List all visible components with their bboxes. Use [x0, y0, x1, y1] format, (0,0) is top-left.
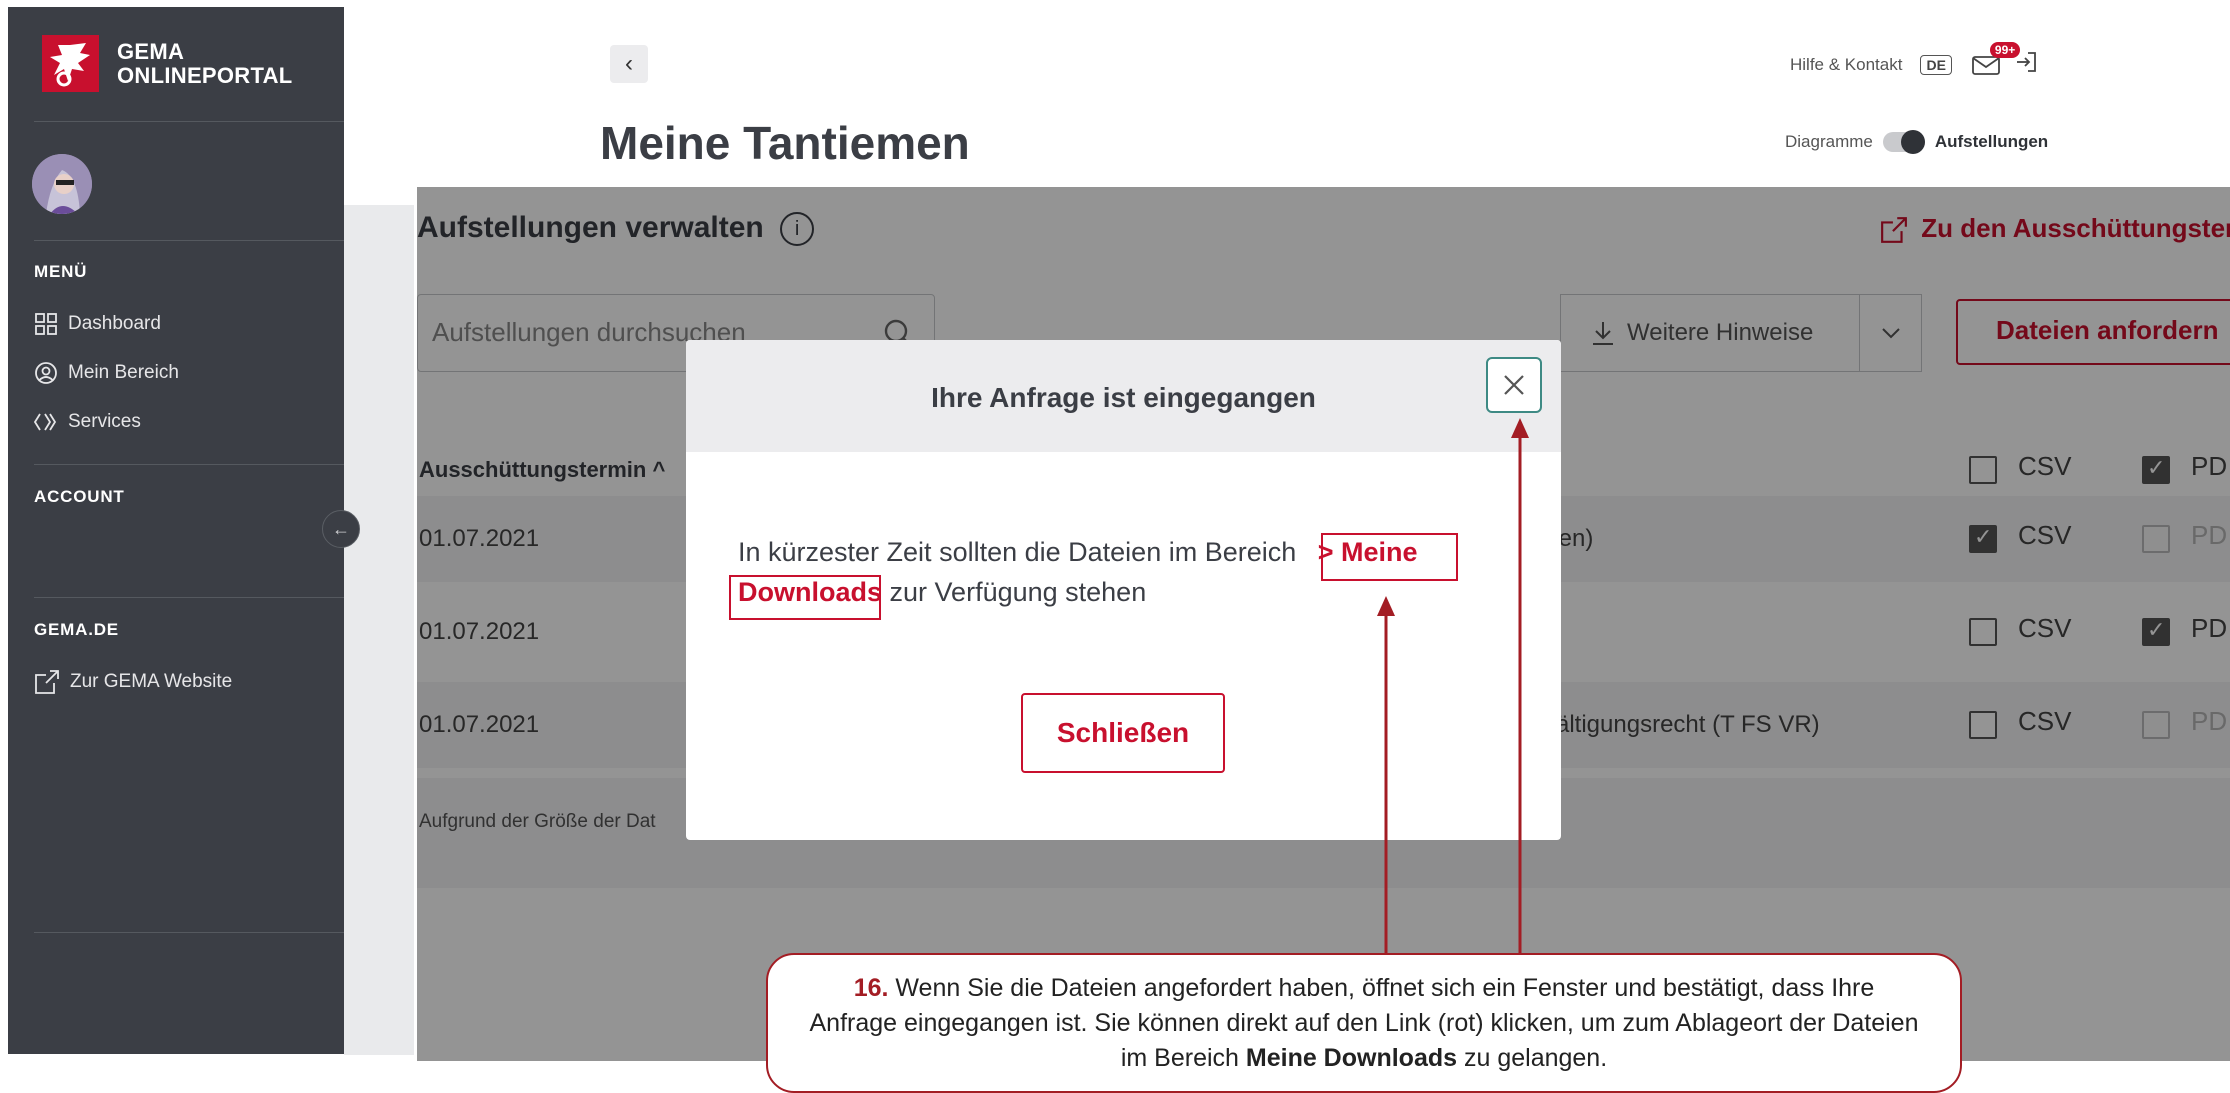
help-link[interactable]: Hilfe & Kontakt — [1790, 55, 1902, 75]
language-selector[interactable]: DE — [1920, 54, 1952, 75]
divider — [34, 597, 344, 598]
modal-schliessen-button[interactable]: Schließen — [1021, 693, 1225, 773]
brand-line1: GEMA — [117, 38, 185, 64]
website-link-label: Zur GEMA Website — [70, 671, 233, 692]
modal-close-button[interactable] — [1486, 357, 1542, 413]
content-background — [344, 205, 414, 1055]
avatar[interactable] — [32, 154, 92, 214]
view-toggle: Diagramme Aufstellungen — [1785, 130, 2049, 154]
account-heading: ACCOUNT — [34, 487, 125, 506]
toggle-right-label: Aufstellungen — [1934, 132, 2049, 151]
sidebar-item-dashboard[interactable]: Dashboard — [34, 312, 161, 336]
toggle-left-label: Diagramme — [1785, 132, 1873, 151]
chevron-left-icon: ‹ — [625, 50, 633, 77]
external-link-icon — [35, 670, 59, 694]
sidebar-item-mein-bereich[interactable]: Mein Bereich — [34, 361, 179, 385]
divider — [34, 240, 344, 241]
page-title: Meine Tantiemen — [600, 117, 970, 169]
modal-message-end: zur Verfügung stehen — [889, 577, 1147, 607]
mail-badge: 99+ — [1989, 41, 2021, 58]
menu-heading: MENÜ — [34, 262, 88, 281]
downloads-link-part1[interactable]: > Meine — [1318, 537, 1418, 567]
step-number: 16. — [853, 974, 889, 1002]
callout-bold: Meine Downloads — [1245, 1044, 1458, 1072]
view-toggle-switch[interactable] — [1882, 130, 1925, 154]
modal-message: In kürzester Zeit sollten die Dateien im… — [738, 532, 1498, 612]
sidebar-item-label: Services — [68, 411, 141, 432]
mail-button[interactable]: 99+ — [1972, 41, 2021, 76]
back-button[interactable]: ‹ — [610, 45, 648, 83]
callout-text-2: zu gelangen. — [1457, 1044, 1608, 1072]
gema-heading: GEMA.DE — [34, 620, 119, 639]
modal-title: Ihre Anfrage ist eingegangen — [931, 382, 1316, 413]
divider — [34, 932, 344, 933]
sidebar: GEMA ONLINEPORTAL MENÜ Dashboard Mein Be… — [8, 7, 344, 1054]
sidebar-item-services[interactable]: Services — [34, 410, 141, 434]
brand[interactable]: GEMA ONLINEPORTAL — [42, 35, 293, 92]
modal-message-text: In kürzester Zeit sollten die Dateien im… — [738, 537, 1297, 567]
confirmation-modal: Ihre Anfrage ist eingegangen In kürzeste… — [686, 340, 1561, 840]
instruction-callout: 16. Wenn Sie die Dateien angefordert hab… — [766, 953, 1962, 1093]
user-circle-icon — [35, 362, 57, 384]
brand-line2: ONLINEPORTAL — [117, 62, 293, 88]
arrow-left-icon: ← — [332, 518, 350, 539]
website-link[interactable]: Zur GEMA Website — [34, 669, 232, 695]
services-icon — [34, 413, 57, 431]
grid-icon — [35, 313, 57, 335]
modal-header: Ihre Anfrage ist eingegangen — [686, 340, 1561, 452]
divider — [34, 464, 344, 465]
sidebar-item-label: Dashboard — [68, 313, 161, 334]
close-icon — [1504, 375, 1524, 395]
downloads-link-part2[interactable]: Downloads — [738, 577, 882, 607]
divider — [34, 121, 344, 122]
sidebar-collapse-button[interactable]: ← — [322, 510, 360, 548]
gema-logo-icon — [42, 35, 99, 92]
top-right-toolbar: Hilfe & Kontakt DE 99+ — [1790, 41, 2038, 79]
sidebar-item-label: Mein Bereich — [68, 362, 179, 383]
brand-text: GEMA ONLINEPORTAL — [117, 38, 293, 88]
